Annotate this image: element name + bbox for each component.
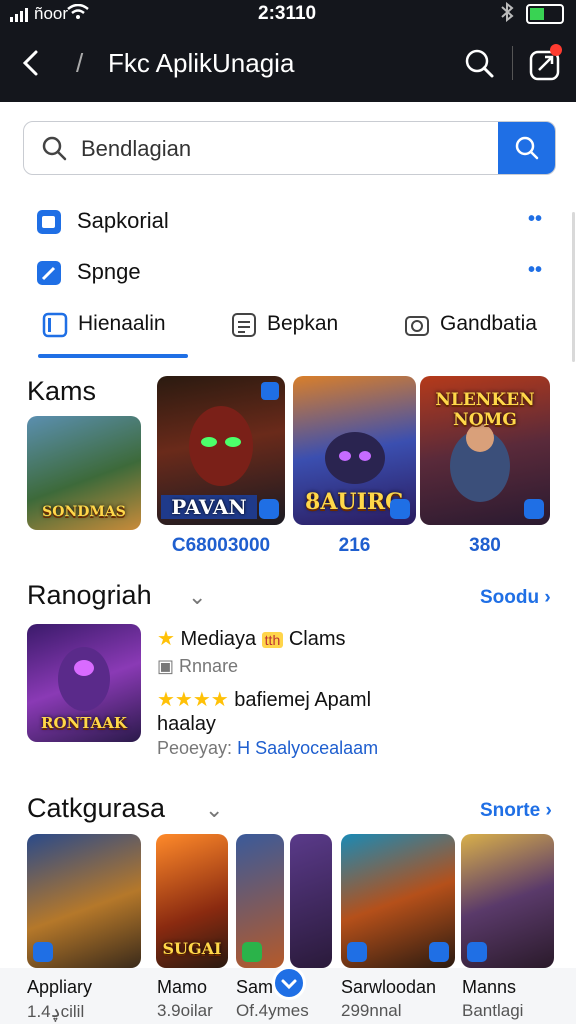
featured-line-4: haalay — [157, 713, 216, 735]
star-icon: ★ — [157, 628, 175, 650]
verified-icon[interactable] — [272, 966, 306, 1000]
featured-rating-text: bafiemej Apaml — [234, 689, 372, 711]
category-sub: 3.9oilar — [157, 1001, 213, 1020]
appbar-divider — [512, 46, 513, 80]
game-tile-caption: PAVAN — [161, 495, 257, 519]
search-icon — [515, 136, 539, 160]
game-tile[interactable]: SONDMAS — [27, 416, 141, 530]
edit-icon — [37, 261, 61, 285]
section-title-categories: Catkgurasa — [27, 793, 166, 823]
see-all-link[interactable]: Snorte › — [480, 800, 552, 822]
category-tile[interactable] — [236, 834, 284, 968]
badge-icon — [259, 499, 279, 519]
featured-tag: Clams — [288, 628, 346, 650]
tab-label: Hienaalin — [78, 312, 166, 335]
signal-icon — [10, 8, 28, 22]
wifi-icon — [67, 4, 89, 19]
search-icon — [42, 136, 67, 161]
search-field[interactable]: Bendlagian — [23, 121, 556, 175]
see-all-label: Soodu — [480, 587, 540, 608]
category-name[interactable]: Sarwloodan — [341, 977, 436, 998]
page-title: Fkc AplikUnagia — [108, 48, 295, 78]
section-title-featured: Ranogriah — [27, 580, 152, 610]
badge-icon — [524, 499, 544, 519]
category-sub: Of.4ymes — [236, 1001, 309, 1020]
featured-line-2: ▣ Rnnare — [157, 656, 238, 677]
active-tab-indicator — [38, 354, 188, 358]
camera-icon — [405, 316, 429, 336]
row-label: Sapkorial — [77, 208, 169, 233]
game-count: 216 — [338, 535, 371, 556]
category-name[interactable]: Manns — [462, 977, 516, 998]
featured-cover-caption: RONTAAK — [41, 714, 127, 732]
game-count: 380 — [469, 535, 501, 556]
label-icon: ▣ — [157, 656, 175, 676]
game-tile-caption: SONDMAS — [42, 504, 126, 520]
book-icon — [42, 312, 68, 338]
category-tile[interactable] — [341, 834, 455, 968]
tab-label: Gandbatia — [440, 312, 537, 335]
tab-label: Bepkan — [267, 312, 339, 335]
check-icon — [281, 979, 297, 990]
featured-genre: Mediaya — [180, 628, 257, 650]
featured-cover[interactable]: RONTAAK — [27, 624, 141, 742]
top-bar: ñoor 2:3110 / Fkc AplikUnagia — [0, 0, 576, 102]
featured-meta-label: Peoeyay: — [157, 738, 233, 758]
featured-developer: Rnnare — [179, 656, 239, 676]
category-tile[interactable]: SUGAI — [156, 834, 228, 968]
notification-dot — [550, 44, 562, 56]
featured-line-5: Peoeyay: H Saalyocealaam — [157, 738, 378, 759]
tag-icon: tth — [261, 632, 284, 648]
featured-line-3: ★★★★ bafiemej Apaml — [157, 687, 371, 712]
category-icon — [347, 942, 367, 962]
category-tile[interactable] — [27, 834, 141, 968]
category-icon — [467, 942, 487, 962]
section-title-games: Kams — [27, 376, 97, 406]
chevron-down-icon[interactable]: ⌄ — [205, 797, 223, 823]
scrollbar[interactable] — [572, 212, 575, 362]
category-name[interactable]: Sam — [236, 977, 273, 998]
carrier-label: ñoor — [34, 4, 69, 23]
category-sub: 299nnal — [341, 1001, 402, 1020]
more-icon[interactable]: •• — [528, 259, 542, 282]
search-input[interactable]: Bendlagian — [81, 136, 191, 162]
featured-line-1: ★ Mediaya tth Clams — [157, 626, 345, 651]
category-icon — [33, 942, 53, 962]
search-button[interactable] — [498, 122, 555, 174]
category-tile[interactable] — [290, 834, 332, 968]
category-name[interactable]: Appliary — [27, 977, 92, 998]
category-sub: ࢮ1.4cilil — [27, 1002, 85, 1021]
game-tile-caption: NLENKEN NOMG — [435, 390, 535, 430]
category-tile[interactable] — [461, 834, 554, 968]
row-label: Spnge — [77, 259, 141, 284]
badge-icon — [390, 499, 410, 519]
breadcrumb-divider: / — [76, 48, 84, 78]
more-icon[interactable]: •• — [528, 208, 542, 231]
category-icon — [429, 942, 449, 962]
document-icon — [232, 313, 256, 337]
category-tile-caption: SUGAI — [162, 939, 222, 958]
note-icon — [37, 210, 61, 234]
search-icon[interactable] — [462, 46, 496, 80]
featured-meta-value[interactable]: H Saalyocealaam — [237, 738, 378, 758]
game-tile[interactable]: PAVAN — [157, 376, 285, 525]
category-icon — [242, 942, 262, 962]
chevron-down-icon[interactable]: ⌄ — [188, 584, 206, 610]
rating-stars: ★★★★ — [157, 689, 229, 711]
bluetooth-icon — [501, 2, 514, 22]
badge-icon — [261, 382, 279, 400]
status-bar: ñoor 2:3110 — [0, 0, 576, 28]
clock: 2:3110 — [258, 3, 317, 24]
see-all-link[interactable]: Soodu › — [480, 587, 551, 609]
category-sub: Bantlagi — [462, 1001, 524, 1020]
category-name[interactable]: Mamo — [157, 977, 207, 998]
battery-icon — [526, 4, 564, 24]
back-arrow-icon[interactable] — [16, 46, 46, 80]
see-all-label: Snorte — [480, 800, 541, 821]
game-tile[interactable]: NLENKEN NOMG — [420, 376, 550, 525]
game-count: C68003000 — [171, 535, 271, 556]
game-tile[interactable]: 8AUIRG — [293, 376, 416, 525]
